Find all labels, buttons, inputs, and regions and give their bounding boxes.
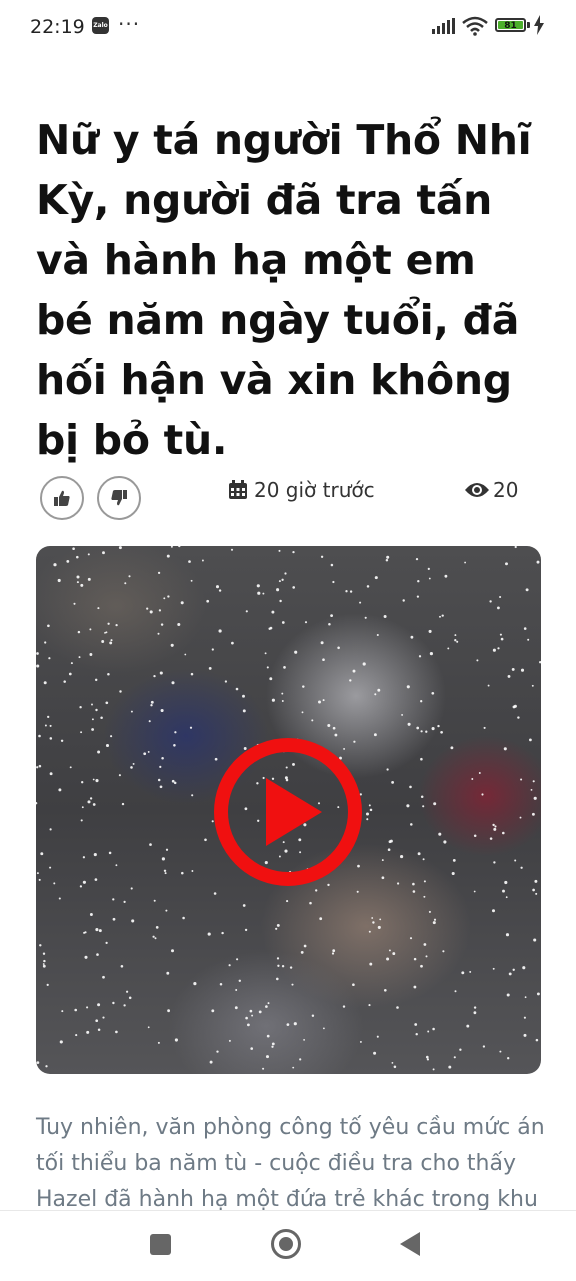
dislike-button[interactable]	[97, 476, 141, 520]
calendar-icon	[229, 480, 247, 499]
battery-level: 81	[498, 21, 523, 31]
battery-tip	[527, 22, 530, 28]
view-count: 20	[464, 478, 518, 502]
home-button[interactable]	[271, 1229, 301, 1259]
wifi-icon	[462, 16, 488, 36]
battery-icon: 81	[495, 18, 526, 32]
play-button[interactable]	[214, 738, 362, 886]
status-bar: 22:19 Zalo ··· 81	[0, 0, 576, 54]
signal-icon	[432, 18, 455, 34]
charging-icon	[534, 15, 544, 35]
play-icon	[266, 778, 322, 846]
view-count-text: 20	[493, 478, 519, 502]
post-date-text: 20 giờ trước	[254, 478, 375, 502]
article-title: Nữ y tá người Thổ Nhĩ Kỳ, người đã tra t…	[36, 116, 532, 464]
zalo-notification-icon: Zalo	[92, 17, 109, 34]
recent-apps-button[interactable]	[150, 1234, 171, 1255]
back-button[interactable]	[400, 1232, 420, 1256]
system-nav-bar	[0, 1210, 576, 1281]
like-button[interactable]	[40, 476, 84, 520]
article-body-excerpt: Tuy nhiên, văn phòng công tố yêu cầu mức…	[36, 1115, 545, 1212]
home-icon	[279, 1237, 293, 1251]
thumbs-down-icon	[111, 490, 127, 506]
more-notifications-icon: ···	[118, 12, 141, 36]
video-player[interactable]	[36, 546, 541, 1074]
status-time: 22:19	[30, 16, 85, 38]
eye-icon	[465, 483, 489, 497]
thumbs-up-icon	[54, 490, 70, 506]
post-date: 20 giờ trước	[228, 478, 375, 502]
